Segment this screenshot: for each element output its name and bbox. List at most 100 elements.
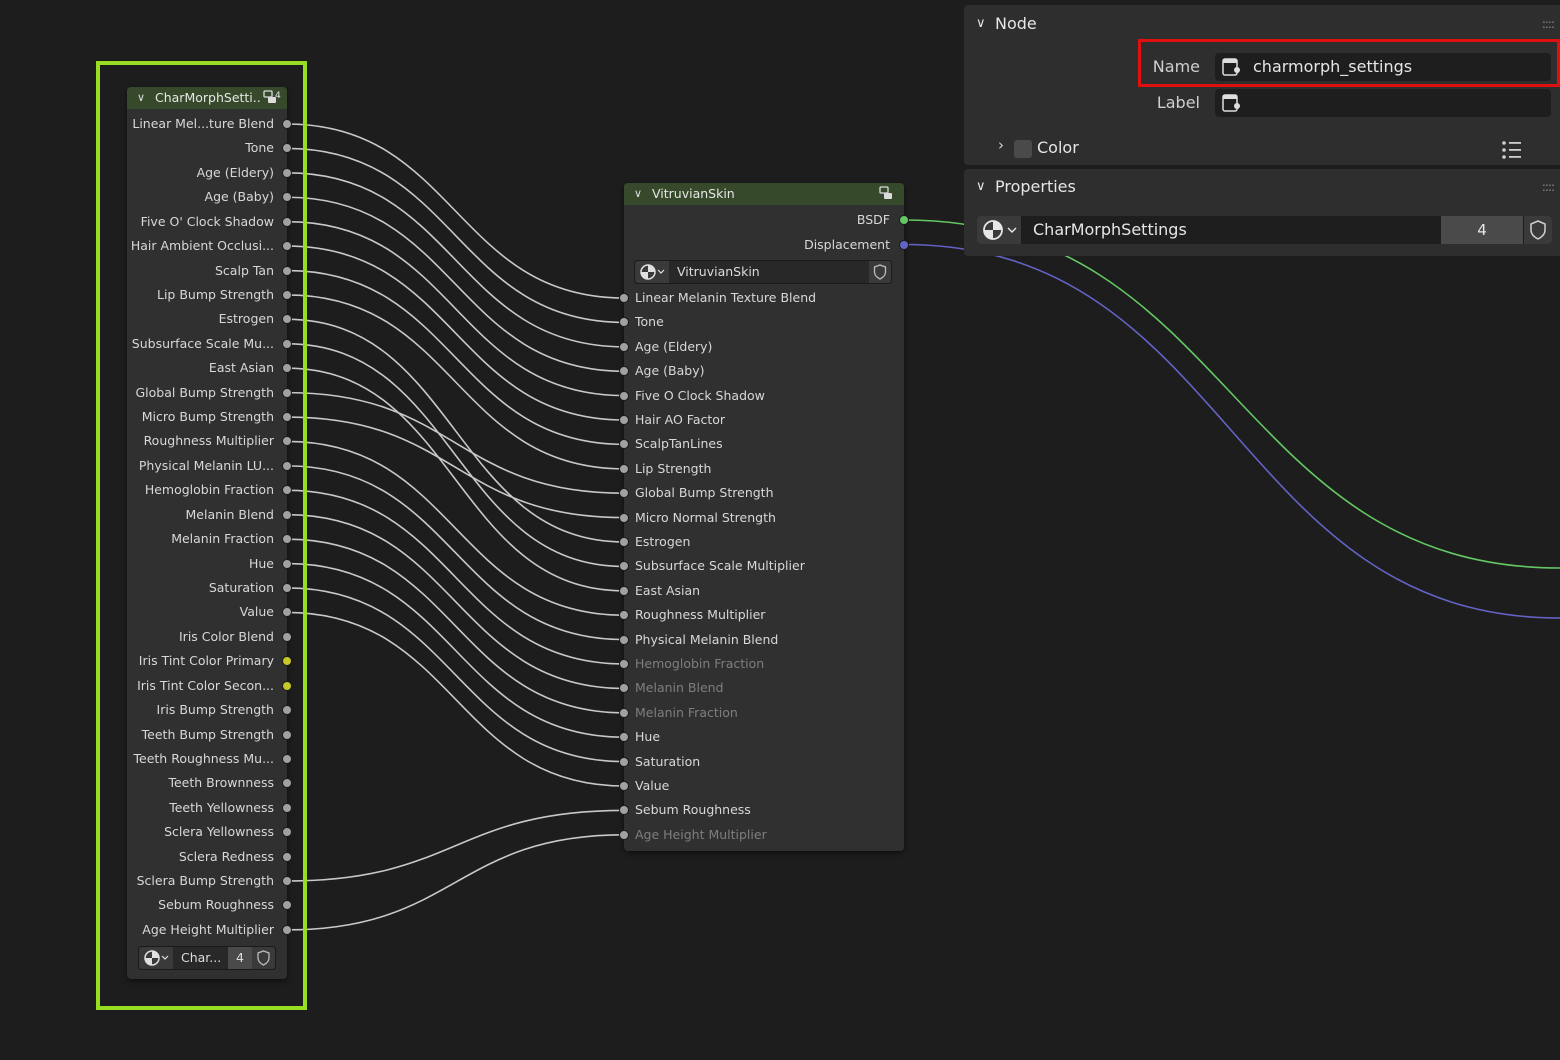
node-tree-icon	[640, 264, 665, 280]
node-panel-header[interactable]: ∨ Node ::::	[964, 7, 1560, 41]
properties-group-users[interactable]: 4	[1441, 216, 1523, 244]
panel-collapse-chevron-icon[interactable]: ∨	[976, 7, 986, 41]
node-link[interactable]	[286, 611, 625, 787]
output-socket[interactable]	[899, 215, 909, 225]
node-link[interactable]	[286, 342, 625, 568]
panel-drag-grip-icon[interactable]: ::::	[1542, 170, 1555, 204]
input-socket-label: Global Bump Strength	[635, 485, 774, 501]
input-socket-label: Value	[635, 778, 670, 793]
input-socket[interactable]	[619, 756, 629, 767]
input-socket[interactable]	[619, 488, 629, 499]
input-socket-label: Sebum Roughness	[635, 802, 751, 818]
input-socket-label: ScalpTanLines	[635, 436, 723, 452]
node-link[interactable]	[286, 391, 625, 494]
node-link[interactable]	[286, 809, 625, 882]
input-socket-label: Estrogen	[635, 534, 691, 549]
color-checkbox[interactable]	[1014, 140, 1032, 158]
output-socket-label: Displacement	[804, 236, 890, 252]
input-socket[interactable]	[619, 707, 629, 718]
input-socket[interactable]	[619, 610, 629, 621]
node-tree-icon	[983, 220, 1017, 240]
input-socket-label: Hemoglobin Fraction	[635, 656, 765, 671]
vitruvian-skin-node[interactable]: ∨ VitruvianSkin BSDF Displacement Vitruvi…	[619, 183, 909, 851]
node-link[interactable]	[286, 147, 625, 324]
input-socket[interactable]	[619, 537, 629, 547]
input-socket-label: Hue	[635, 729, 661, 745]
color-expand-chevron-icon[interactable]: ›	[998, 136, 1004, 154]
input-socket[interactable]	[619, 512, 629, 523]
node-link[interactable]	[286, 245, 625, 421]
collapse-chevron-icon[interactable]: ∨	[634, 183, 642, 205]
input-socket[interactable]	[619, 293, 629, 303]
input-socket-label: Lip Strength	[635, 460, 712, 476]
node-link[interactable]	[286, 367, 625, 592]
input-socket[interactable]	[619, 805, 629, 816]
fake-user-button[interactable]	[869, 261, 891, 283]
input-socket[interactable]	[619, 659, 629, 669]
input-socket[interactable]	[619, 732, 629, 743]
input-socket[interactable]	[619, 317, 629, 328]
input-socket-label: Tone	[635, 314, 664, 330]
properties-group-selector[interactable]: CharMorphSettings 4	[977, 216, 1552, 244]
input-socket-label: Age (Eldery)	[635, 338, 713, 354]
node-link[interactable]	[286, 269, 625, 446]
shield-icon	[1530, 220, 1546, 240]
input-socket[interactable]	[619, 634, 629, 645]
input-socket[interactable]	[619, 829, 629, 840]
node-link[interactable]	[286, 123, 625, 299]
panel-collapse-chevron-icon[interactable]: ∨	[976, 170, 986, 204]
properties-panel-header[interactable]: ∨ Properties ::::	[964, 170, 1560, 204]
input-socket-label: Subsurface Scale Multiplier	[635, 558, 805, 574]
node-link[interactable]	[286, 172, 625, 348]
output-socket[interactable]	[899, 239, 909, 250]
input-socket[interactable]	[619, 561, 629, 572]
input-socket[interactable]	[619, 585, 629, 596]
node-panel-title: Node	[995, 14, 1037, 33]
input-socket-label: Roughness Multiplier	[635, 607, 766, 623]
node-link[interactable]	[286, 416, 625, 519]
node-link[interactable]	[286, 513, 625, 690]
displacement-link[interactable]	[903, 243, 1560, 619]
node-group-icon[interactable]	[879, 186, 893, 200]
output-socket-label: BSDF	[856, 212, 890, 227]
input-socket[interactable]	[619, 781, 629, 791]
input-socket-label: Melanin Blend	[635, 680, 724, 696]
input-socket-label: Linear Melanin Texture Blend	[635, 290, 817, 305]
node-label-icon	[1222, 94, 1240, 112]
input-socket[interactable]	[619, 463, 629, 474]
panel-drag-grip-icon[interactable]: ::::	[1542, 7, 1555, 41]
input-socket-label: Hair AO Factor	[635, 412, 726, 427]
input-socket[interactable]	[619, 366, 629, 377]
node-link[interactable]	[286, 220, 625, 397]
input-socket[interactable]	[619, 683, 629, 694]
input-socket[interactable]	[619, 341, 629, 352]
input-socket-label: Physical Melanin Blend	[635, 631, 779, 647]
input-socket[interactable]	[619, 415, 629, 425]
node-link[interactable]	[286, 587, 625, 763]
list-options-icon[interactable]	[1500, 139, 1524, 161]
node-label-field[interactable]	[1215, 89, 1551, 117]
group-browse-button[interactable]	[635, 261, 669, 283]
fake-user-button[interactable]	[1524, 216, 1552, 244]
input-socket-label: Age Height Multiplier	[635, 826, 767, 842]
node-link[interactable]	[286, 562, 625, 738]
node-link[interactable]	[286, 489, 625, 665]
node-link[interactable]	[286, 196, 625, 372]
input-socket[interactable]	[619, 390, 629, 401]
node-link[interactable]	[286, 465, 625, 641]
properties-panel: ∨ Properties :::: CharMorphSettings 4	[964, 169, 1560, 256]
node-group-selector[interactable]: VitruvianSkin	[634, 260, 892, 284]
node-link[interactable]	[286, 834, 625, 931]
node-link[interactable]	[286, 318, 625, 543]
input-socket-label: Micro Normal Strength	[635, 509, 776, 525]
input-socket-label: East Asian	[635, 582, 701, 598]
input-socket-label: Melanin Fraction	[635, 704, 738, 720]
group-browse-button[interactable]	[977, 216, 1021, 244]
properties-group-name: CharMorphSettings	[1033, 220, 1187, 239]
node-selection-outline	[96, 61, 307, 1010]
input-socket[interactable]	[619, 439, 629, 450]
bsdf-link[interactable]	[903, 219, 1560, 569]
vitruvian-node-header[interactable]: ∨ VitruvianSkin	[624, 183, 904, 205]
properties-panel-title: Properties	[995, 177, 1076, 196]
node-link[interactable]	[286, 538, 625, 714]
